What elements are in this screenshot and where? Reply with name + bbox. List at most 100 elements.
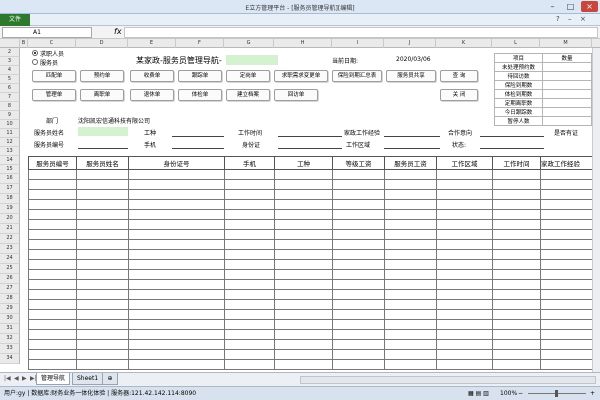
table-cell[interactable]	[540, 289, 593, 300]
table-cell[interactable]	[274, 299, 333, 310]
table-cell[interactable]	[128, 179, 225, 190]
table-cell[interactable]	[76, 219, 129, 230]
column-header-j[interactable]: J	[384, 39, 436, 48]
table-cell[interactable]	[274, 189, 333, 200]
table-cell[interactable]	[224, 179, 275, 190]
table-cell[interactable]	[332, 199, 385, 210]
table-cell[interactable]	[384, 269, 437, 280]
table-cell[interactable]	[28, 199, 77, 210]
table-cell[interactable]	[76, 279, 129, 290]
row-header-25[interactable]: 25	[0, 264, 20, 274]
column-header-i[interactable]: I	[332, 39, 384, 48]
table-cell[interactable]	[224, 239, 275, 250]
table-cell[interactable]	[492, 249, 541, 260]
col-grade-wage[interactable]: 等级工资	[332, 156, 385, 170]
table-cell[interactable]	[274, 209, 333, 220]
zoom-slider-thumb[interactable]	[555, 390, 558, 397]
table-cell[interactable]	[274, 239, 333, 250]
table-cell[interactable]	[274, 219, 333, 230]
col-work-area[interactable]: 工作区域	[436, 156, 493, 170]
table-cell[interactable]	[492, 259, 541, 270]
column-header-f[interactable]: F	[176, 39, 224, 48]
work-time-field[interactable]	[278, 136, 342, 137]
table-cell[interactable]	[436, 199, 493, 210]
table-cell[interactable]	[540, 179, 593, 190]
close-icon[interactable]: ×	[581, 1, 598, 12]
stats-value[interactable]	[542, 62, 592, 72]
table-cell[interactable]	[540, 339, 593, 350]
column-header-e[interactable]: E	[128, 39, 176, 48]
table-cell[interactable]	[492, 339, 541, 350]
table-cell[interactable]	[384, 179, 437, 190]
table-cell[interactable]	[224, 359, 275, 370]
row-header-16[interactable]: 16	[0, 174, 20, 184]
stats-value[interactable]	[542, 116, 592, 126]
table-cell[interactable]	[76, 289, 129, 300]
table-cell[interactable]	[76, 349, 129, 360]
column-header-c[interactable]: C	[28, 39, 76, 48]
table-cell[interactable]	[128, 329, 225, 340]
table-cell[interactable]	[436, 329, 493, 340]
table-cell[interactable]	[436, 319, 493, 330]
table-cell[interactable]	[128, 359, 225, 370]
table-cell[interactable]	[436, 259, 493, 270]
row-header-26[interactable]: 26	[0, 274, 20, 284]
table-cell[interactable]	[274, 319, 333, 330]
table-cell[interactable]	[76, 319, 129, 330]
phone-field[interactable]	[172, 148, 224, 149]
help-icon[interactable]: ?	[556, 15, 560, 23]
table-cell[interactable]	[224, 349, 275, 360]
table-cell[interactable]	[224, 289, 275, 300]
stats-value[interactable]	[542, 107, 592, 117]
table-cell[interactable]	[28, 279, 77, 290]
table-cell[interactable]	[540, 329, 593, 340]
view-buttons-icon[interactable]: ▦ ▤ ▥	[468, 387, 489, 400]
table-cell[interactable]	[274, 269, 333, 280]
table-cell[interactable]	[76, 169, 129, 180]
table-cell[interactable]	[540, 279, 593, 290]
horizontal-scrollbar[interactable]	[300, 376, 596, 384]
col-id-number[interactable]: 身份证号	[128, 156, 225, 170]
table-cell[interactable]	[492, 239, 541, 250]
vertical-scrollbar[interactable]	[592, 48, 600, 372]
table-cell[interactable]	[76, 269, 129, 280]
stats-value[interactable]	[542, 89, 592, 99]
table-cell[interactable]	[128, 349, 225, 360]
table-cell[interactable]	[436, 249, 493, 260]
table-cell[interactable]	[332, 359, 385, 370]
table-cell[interactable]	[28, 339, 77, 350]
table-cell[interactable]	[128, 299, 225, 310]
select-all-corner[interactable]	[0, 39, 20, 48]
row-header-2[interactable]: 2	[0, 48, 20, 57]
name-box[interactable]: A1	[2, 27, 92, 38]
table-cell[interactable]	[28, 259, 77, 270]
table-cell[interactable]	[128, 229, 225, 240]
stats-value[interactable]	[542, 98, 592, 108]
table-cell[interactable]	[436, 289, 493, 300]
table-cell[interactable]	[492, 199, 541, 210]
row-header-6[interactable]: 6	[0, 84, 20, 93]
table-cell[interactable]	[224, 209, 275, 220]
table-cell[interactable]	[332, 169, 385, 180]
col-work-time[interactable]: 工作时间	[492, 156, 541, 170]
sheet-tab-sheet1[interactable]: Sheet1	[72, 373, 104, 385]
table-cell[interactable]	[224, 219, 275, 230]
ribbon-close-icon[interactable]: ×	[580, 15, 586, 23]
table-cell[interactable]	[436, 269, 493, 280]
table-cell[interactable]	[332, 249, 385, 260]
table-cell[interactable]	[540, 259, 593, 270]
stats-value[interactable]	[542, 80, 592, 90]
create-profile-button[interactable]: 建立档案	[226, 89, 270, 101]
revisit-button[interactable]: 回访单	[274, 89, 318, 101]
table-cell[interactable]	[76, 329, 129, 340]
state-field[interactable]	[480, 148, 544, 149]
table-cell[interactable]	[274, 329, 333, 340]
row-header-27[interactable]: 27	[0, 284, 20, 294]
col-staff-wage[interactable]: 服务员工资	[384, 156, 437, 170]
table-cell[interactable]	[540, 219, 593, 230]
table-cell[interactable]	[492, 359, 541, 370]
row-header-15[interactable]: 15	[0, 165, 20, 174]
table-cell[interactable]	[28, 229, 77, 240]
resign-button[interactable]: 离职单	[80, 89, 124, 101]
table-cell[interactable]	[540, 199, 593, 210]
